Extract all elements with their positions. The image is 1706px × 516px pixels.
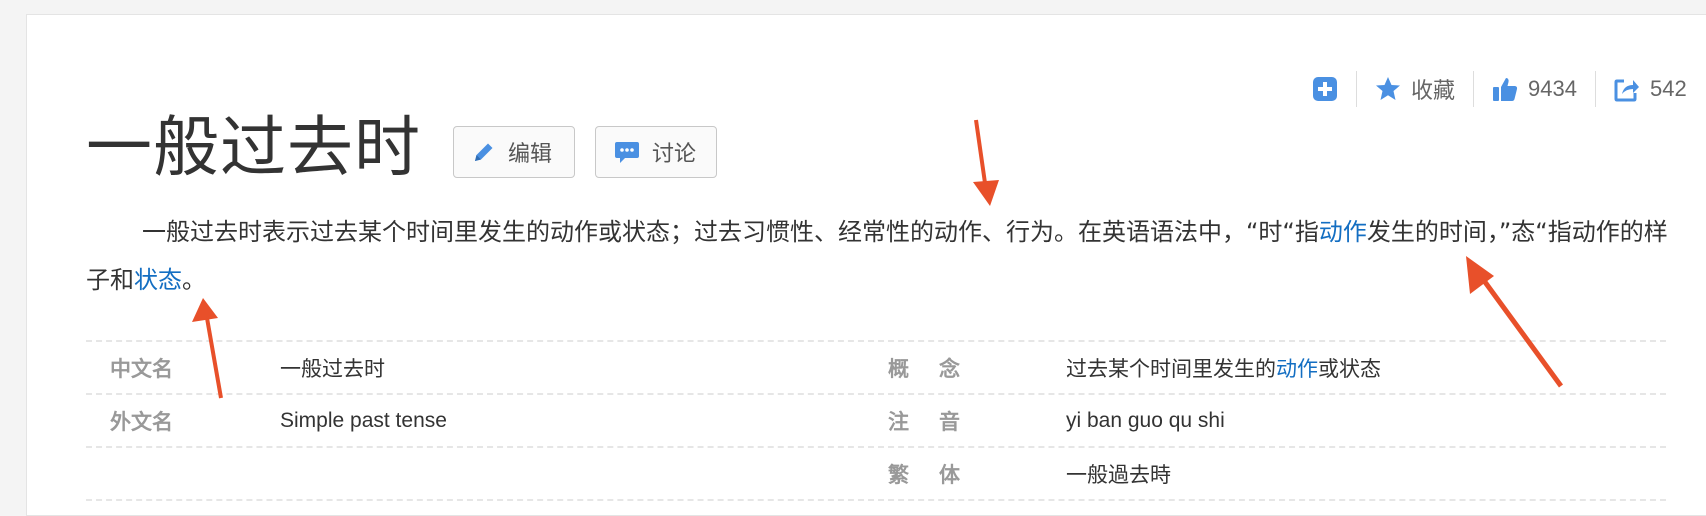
info-label: 繁体 — [888, 462, 990, 487]
share-button[interactable]: 542 — [1596, 76, 1705, 102]
info-label: 注音 — [888, 409, 990, 434]
add-button[interactable] — [1312, 76, 1356, 102]
info-label: 中文名 — [110, 356, 173, 381]
thumbs-up-icon — [1493, 78, 1518, 101]
lemma-toolbar: 收藏 9434 542 — [1312, 68, 1705, 110]
star-icon — [1376, 77, 1400, 100]
summary-link-state[interactable]: 状态 — [134, 266, 182, 294]
info-value-text: 过去某个时间里发生的 — [1066, 357, 1276, 381]
info-label: 外文名 — [110, 409, 173, 434]
chat-bubble-icon — [615, 142, 639, 163]
summary-link-action[interactable]: 动作 — [1319, 218, 1367, 246]
table-row: 外文名 Simple past tense 注音 yi ban guo qu s… — [86, 395, 1666, 448]
pencil-icon — [475, 143, 493, 161]
basic-info-table: 中文名 一般过去时 概念 过去某个时间里发生的动作或状态 外文名 Simple … — [86, 340, 1666, 501]
discuss-button[interactable]: 讨论 — [595, 126, 717, 178]
like-button[interactable]: 9434 — [1474, 76, 1595, 102]
lemma-summary: 一般过去时表示过去某个时间里发生的动作或状态；过去习惯性、经常性的动作、行为。在… — [86, 208, 1676, 304]
table-row: 繁体 一般過去時 — [86, 448, 1666, 501]
add-icon — [1313, 77, 1337, 101]
info-value-text: 或状态 — [1318, 357, 1381, 381]
info-value: Simple past tense — [280, 408, 447, 432]
like-count: 9434 — [1528, 76, 1577, 101]
info-label: 概念 — [888, 356, 990, 381]
edit-label: 编辑 — [508, 142, 553, 167]
share-icon — [1614, 79, 1639, 102]
summary-text: 一般过去时表示过去某个时间里发生的动作或状态；过去习惯性、经常性的动作、行为。在… — [142, 218, 1319, 246]
info-value: yi ban guo qu shi — [1066, 408, 1225, 432]
edit-button[interactable]: 编辑 — [453, 126, 575, 178]
collect-button[interactable]: 收藏 — [1357, 73, 1473, 105]
info-link-action[interactable]: 动作 — [1276, 358, 1318, 381]
table-row: 中文名 一般过去时 概念 过去某个时间里发生的动作或状态 — [86, 342, 1666, 395]
share-count: 542 — [1649, 76, 1687, 101]
page-title: 一般过去时 — [86, 109, 421, 186]
info-value: 过去某个时间里发生的动作或状态 — [1066, 353, 1381, 383]
info-value: 一般過去時 — [1066, 463, 1171, 487]
collect-label: 收藏 — [1411, 79, 1456, 104]
summary-text: 。 — [182, 266, 206, 294]
info-value: 一般过去时 — [280, 357, 385, 381]
discuss-label: 讨论 — [652, 142, 697, 167]
